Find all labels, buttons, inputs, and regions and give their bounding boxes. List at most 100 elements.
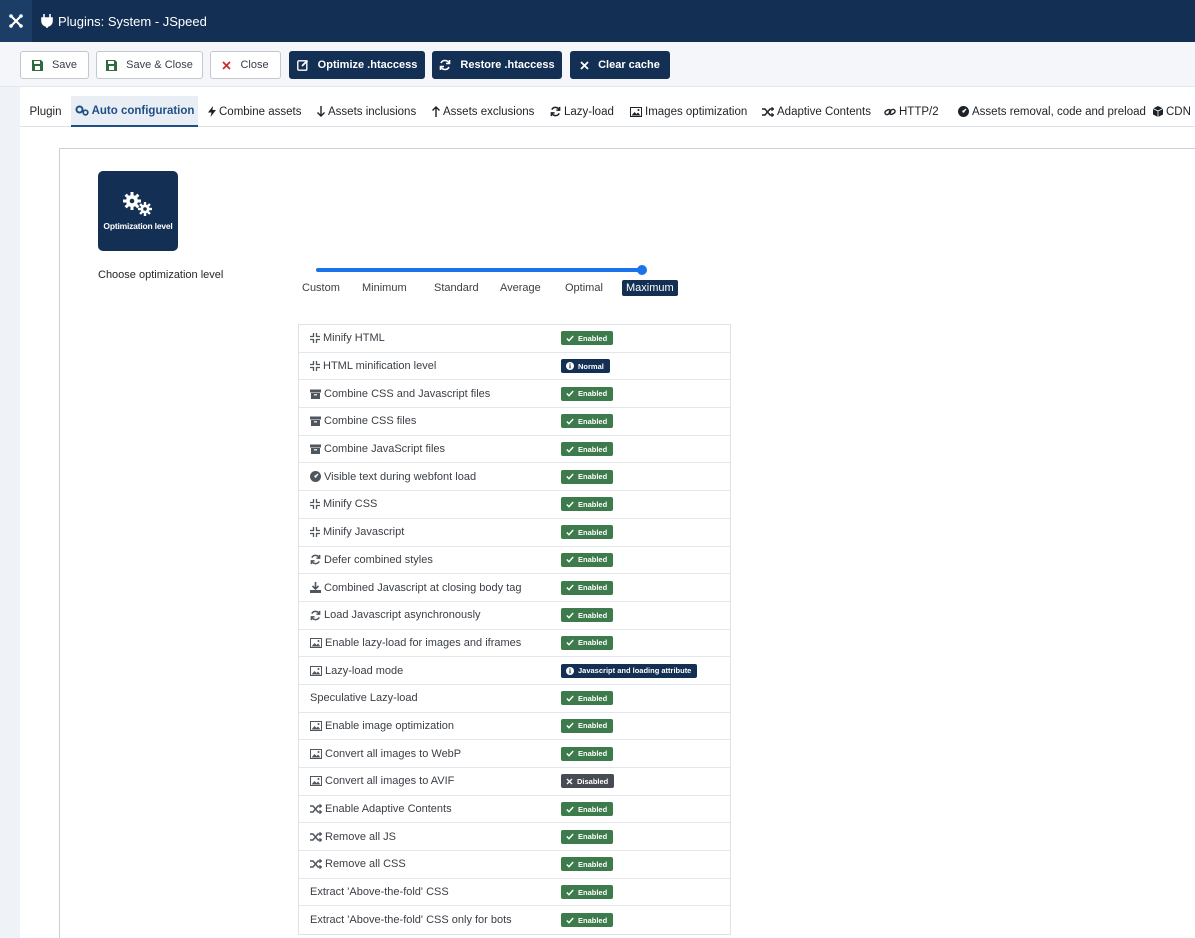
shuffle-icon [310,831,322,842]
check-icon [566,418,574,425]
status-text: Enabled [578,472,608,482]
image-icon [310,665,322,676]
table-row: Convert all images to AVIF Disabled [299,768,730,796]
optimize-htaccess-button[interactable]: Optimize .htaccess [289,51,425,79]
tab-auto-configuration[interactable]: Auto configuration [71,96,198,127]
status-text: Enabled [578,693,608,703]
optimization-slider-handle[interactable] [637,265,647,275]
setting-name: Extract 'Above-the-fold' CSS [310,886,449,898]
status-badge: Enabled [561,635,614,650]
level-maximum[interactable]: Maximum [622,280,678,296]
close-icon [580,60,589,70]
setting-name: Enable image optimization [310,720,454,732]
setting-name: Combined Javascript at closing body tag [310,582,522,594]
setting-label: Combine CSS and Javascript files [324,387,491,400]
refresh-icon [440,59,451,71]
plug-icon [41,14,53,28]
compress-icon [310,527,320,538]
setting-label: Extract 'Above-the-fold' CSS only for bo… [310,914,512,927]
level-average[interactable]: Average [500,282,541,294]
status-text: Enabled [578,333,608,343]
tab-cdn[interactable]: CDN [1153,96,1191,127]
level-custom[interactable]: Custom [302,282,340,294]
optimization-level-tile: Optimization level [98,171,178,251]
level-minimum[interactable]: Minimum [362,282,407,294]
tab-assets-inclusions[interactable]: Assets inclusions [317,96,416,127]
check-icon [566,473,574,480]
compress-icon [310,333,320,344]
check-icon [566,390,574,397]
table-row: HTML minification level Normal [299,353,730,381]
sidebar-strip [0,87,20,938]
info-icon [566,666,574,675]
setting-name: Remove all CSS [310,858,406,870]
status-badge: Enabled [561,608,614,623]
compress-icon [310,361,320,372]
table-row: Enable lazy-load for images and iframes E… [299,630,730,658]
level-standard[interactable]: Standard [434,282,479,294]
status-badge: Enabled [561,580,614,595]
tab-images-optimization[interactable]: Images optimization [630,96,747,127]
tab-plugin[interactable]: Plugin [20,96,71,127]
tab-lazy-load[interactable]: Lazy-load [550,96,614,127]
setting-label: Remove all CSS [325,858,406,871]
save-button[interactable]: Save [20,51,89,79]
refresh-icon [310,610,321,621]
table-row: Visible text during webfont load Enabled [299,463,730,492]
table-row: Combine CSS and Javascript files Enabled [299,380,730,409]
status-badge: Enabled [561,691,614,706]
refresh-icon [310,554,321,565]
table-row: Speculative Lazy-load Enabled [299,685,730,713]
cube-icon [1153,106,1163,117]
status-badge: Enabled [561,497,614,512]
status-badge: Enabled [561,331,614,346]
status-text: Disabled [577,776,609,786]
tab-assets-exclusions[interactable]: Assets exclusions [432,96,534,127]
gauge-icon [310,471,321,483]
close-button[interactable]: Close [210,51,281,79]
link-icon [884,108,896,115]
setting-label: Minify Javascript [323,526,405,539]
shuffle-icon [310,804,322,815]
status-badge: Enabled [561,802,614,817]
status-badge: Enabled [561,857,614,872]
status-badge: Enabled [561,746,614,761]
status-text: Enabled [578,610,608,620]
tab-http2[interactable]: HTTP/2 [884,96,939,127]
shuffle-icon [310,859,322,870]
status-badge: Normal [561,359,610,374]
level-optimal[interactable]: Optimal [565,282,603,294]
image-icon [310,776,322,787]
restore-htaccess-button[interactable]: Restore .htaccess [432,51,562,79]
joomla-logo-icon[interactable] [0,0,32,42]
tab-assets-removal[interactable]: Assets removal, code and preload [958,96,1146,127]
archive-icon [310,416,321,427]
setting-name: Combine CSS and Javascript files [310,388,490,400]
table-row: Combine JavaScript files Enabled [299,436,730,464]
tab-combine-assets[interactable]: Combine assets [208,96,301,127]
download-icon [310,582,321,594]
setting-name: Convert all images to WebP [310,748,461,760]
archive-icon [310,444,321,455]
shuffle-icon [762,106,774,117]
check-icon [566,639,574,647]
status-text: Enabled [578,832,608,842]
tab-adaptive-contents[interactable]: Adaptive Contents [762,96,871,127]
save-close-button[interactable]: Save & Close [96,51,203,79]
optimization-slider-track[interactable] [316,268,642,272]
table-row: Load Javascript asynchronously Enabled [299,602,730,630]
setting-name: HTML minification level [310,360,436,372]
close-icon [566,778,573,785]
status-badge: Disabled [561,774,615,789]
setting-label: Minify HTML [323,332,385,345]
status-text: Enabled [578,638,608,648]
setting-name: Remove all JS [310,831,396,843]
image-icon [310,748,322,759]
table-row: Extract 'Above-the-fold' CSS Enabled [299,879,730,907]
clear-cache-button[interactable]: Clear cache [570,51,670,79]
check-icon [566,889,574,896]
setting-name: Enable Adaptive Contents [310,803,452,815]
refresh-icon [550,106,561,117]
status-text: Enabled [578,915,608,925]
status-badge: Enabled [561,913,614,928]
